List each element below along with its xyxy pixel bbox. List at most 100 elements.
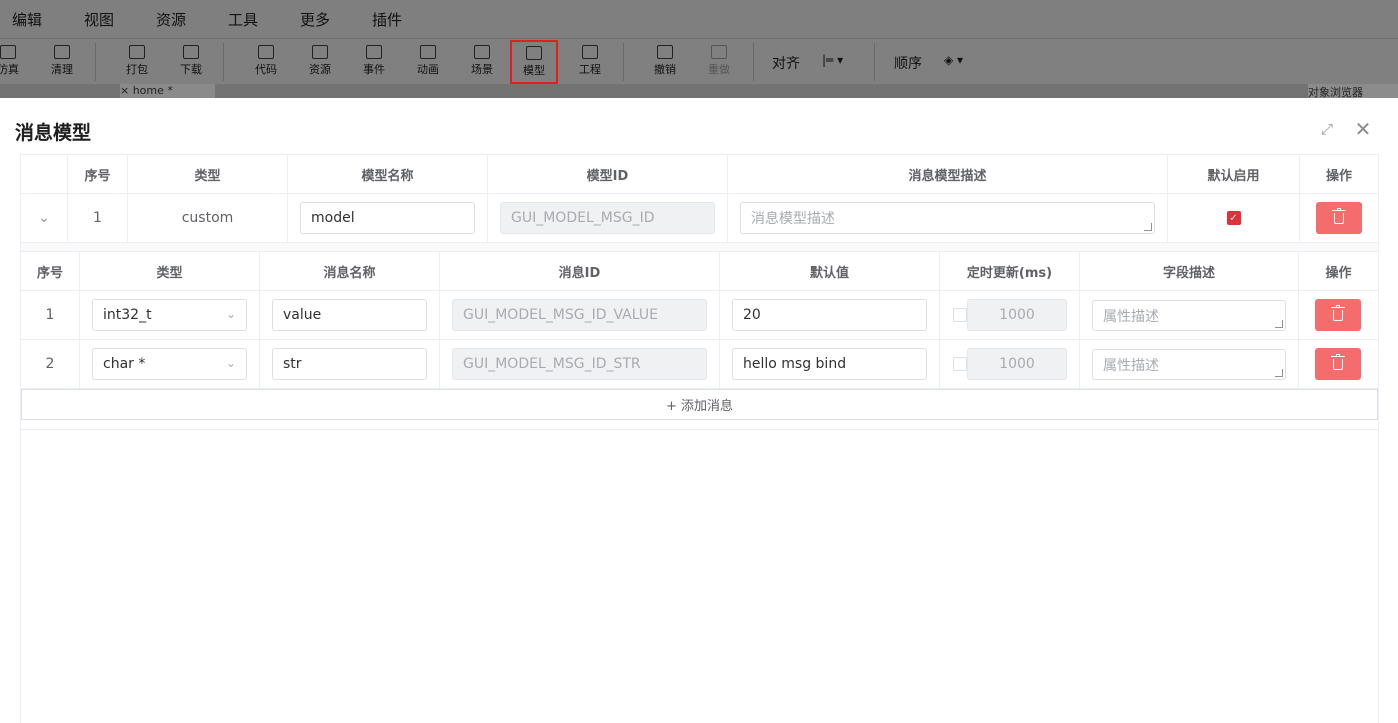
msg-desc-textarea[interactable]: 属性描述 <box>1092 349 1286 380</box>
toolbar-divider <box>753 43 754 81</box>
msg-type-select[interactable]: int32_t ⌄ <box>92 299 247 331</box>
menu-more[interactable]: 更多 <box>300 9 330 30</box>
resize-grip-icon[interactable] <box>1275 369 1283 377</box>
table-bottom-border <box>21 429 1378 430</box>
resize-grip-icon[interactable] <box>1144 223 1152 231</box>
model-button[interactable]: 模型 <box>510 40 558 84</box>
menu-tools[interactable]: 工具 <box>228 9 258 30</box>
align-label: 对齐 <box>772 56 800 72</box>
menu-bar: 编辑 视图 资源 工具 更多 插件 <box>0 0 1398 38</box>
project-button[interactable]: 工程 <box>568 41 612 83</box>
code-button[interactable]: 代码 <box>244 41 288 83</box>
delete-message-button[interactable] <box>1315 299 1361 331</box>
dialog-title: 消息模型 <box>15 122 92 144</box>
model-id-input[interactable]: GUI_MODEL_MSG_ID <box>500 202 715 234</box>
toolbar-divider <box>623 43 624 81</box>
model-icon <box>526 46 542 60</box>
table-row: 2 <box>21 340 80 389</box>
simulate-button[interactable]: 仿真 <box>0 41 30 83</box>
tab-object-browser[interactable]: 对象浏览器 <box>1308 84 1398 98</box>
simulate-icon <box>0 45 16 59</box>
header-index: 序号 <box>68 155 128 194</box>
default-enabled-cell: ✓ <box>1168 194 1300 243</box>
clean-button[interactable]: 清理 <box>40 41 84 83</box>
default-enabled-checkbox[interactable]: ✓ <box>1226 211 1241 225</box>
msg-header-desc: 字段描述 <box>1080 251 1299 291</box>
scene-button[interactable]: 场景 <box>460 41 504 83</box>
tab-home[interactable]: × home * <box>120 84 215 98</box>
animation-icon <box>420 45 436 59</box>
align-dropdown-icon[interactable]: |═ ▾ <box>822 53 843 67</box>
table-row: 1 <box>21 291 80 340</box>
model-name-input[interactable]: model <box>300 202 475 234</box>
model-desc-textarea[interactable]: 消息模型描述 <box>740 202 1155 234</box>
animation-button[interactable]: 动画 <box>406 41 450 83</box>
header-model-id: 模型ID <box>488 155 728 194</box>
toolbar-divider <box>223 43 224 81</box>
close-icon[interactable]: ✕ <box>1353 119 1373 139</box>
menu-view[interactable]: 视图 <box>84 9 114 30</box>
package-icon <box>129 45 145 59</box>
project-icon <box>582 45 598 59</box>
code-icon <box>258 45 274 59</box>
model-type: custom <box>128 194 288 243</box>
msg-header-name: 消息名称 <box>260 251 440 291</box>
undo-icon <box>657 45 673 59</box>
menu-resource[interactable]: 资源 <box>156 9 186 30</box>
download-button[interactable]: 下载 <box>169 41 213 83</box>
menu-plugins[interactable]: 插件 <box>372 9 402 30</box>
header-actions: 操作 <box>1300 155 1378 194</box>
header-model-name: 模型名称 <box>288 155 488 194</box>
header-expand <box>21 155 68 194</box>
msg-name-input[interactable]: value <box>272 299 427 331</box>
delete-message-button[interactable] <box>1315 348 1361 380</box>
redo-button[interactable]: 重做 <box>697 41 741 83</box>
download-icon <box>183 45 199 59</box>
msg-id-input[interactable]: GUI_MODEL_MSG_ID_STR <box>452 348 707 380</box>
msg-header-id: 消息ID <box>440 251 720 291</box>
header-type: 类型 <box>128 155 288 194</box>
scene-icon <box>474 45 490 59</box>
model-index: 1 <box>68 194 128 243</box>
timer-checkbox[interactable] <box>953 308 967 322</box>
package-button[interactable]: 打包 <box>115 41 159 83</box>
event-icon <box>366 45 382 59</box>
resource-button[interactable]: 资源 <box>298 41 342 83</box>
resize-grip-icon[interactable] <box>1275 320 1283 328</box>
msg-default-input[interactable]: hello msg bind <box>732 348 927 380</box>
resource-icon <box>312 45 328 59</box>
toolbar-divider <box>874 43 875 81</box>
trash-icon <box>1331 304 1345 321</box>
chevron-down-icon: ⌄ <box>38 210 50 226</box>
chevron-down-icon: ⌄ <box>225 307 236 321</box>
msg-header-default: 默认值 <box>720 251 940 291</box>
msg-header-actions: 操作 <box>1299 251 1378 291</box>
redo-icon <box>711 45 727 59</box>
expand-spacer <box>21 243 1378 251</box>
msg-header-type: 类型 <box>80 251 260 291</box>
layers-dropdown-icon[interactable]: ◈ ▾ <box>944 53 963 67</box>
msg-id-input[interactable]: GUI_MODEL_MSG_ID_VALUE <box>452 299 707 331</box>
add-message-button[interactable]: + 添加消息 <box>21 389 1378 420</box>
maximize-icon[interactable]: ⤢ <box>1318 120 1336 138</box>
model-table: 序号 类型 模型名称 模型ID 消息模型描述 默认启用 操作 ⌄ 1 custo… <box>20 154 1379 723</box>
menu-edit[interactable]: 编辑 <box>12 9 42 30</box>
header-model-desc: 消息模型描述 <box>728 155 1168 194</box>
delete-model-button[interactable] <box>1316 202 1362 234</box>
msg-desc-textarea[interactable]: 属性描述 <box>1092 300 1286 331</box>
msg-type-select[interactable]: char * ⌄ <box>92 348 247 380</box>
header-default-enabled: 默认启用 <box>1168 155 1300 194</box>
undo-button[interactable]: 撤销 <box>643 41 687 83</box>
msg-default-input[interactable]: 20 <box>732 299 927 331</box>
timer-interval-input[interactable]: 1000 <box>967 299 1067 331</box>
message-model-dialog: 消息模型 ⤢ ✕ 序号 类型 模型名称 模型ID 消息模型描述 默认启用 操作 … <box>0 98 1398 723</box>
msg-header-index: 序号 <box>21 251 80 291</box>
trash-icon <box>1332 207 1346 224</box>
toolbar: 仿真 清理 打包 下载 代码 资源 事件 动画 场景 模型 工程 撤销 重做 对… <box>0 38 1398 85</box>
msg-name-input[interactable]: str <box>272 348 427 380</box>
timer-interval-input[interactable]: 1000 <box>967 348 1067 380</box>
event-button[interactable]: 事件 <box>352 41 396 83</box>
timer-checkbox[interactable] <box>953 357 967 371</box>
msg-header-timer: 定时更新(ms) <box>940 251 1080 291</box>
expand-toggle[interactable]: ⌄ <box>21 194 68 243</box>
